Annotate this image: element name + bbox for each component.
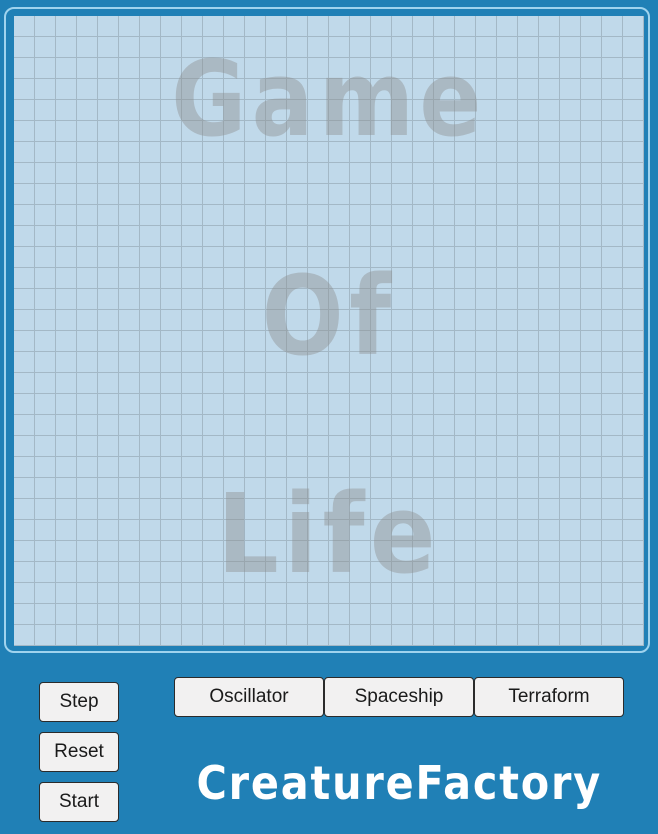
board-title-line-2: Of [261, 252, 397, 380]
game-of-life-app: Game Of Life Step Reset Start Oscillator… [0, 0, 658, 834]
step-button[interactable]: Step [39, 682, 119, 722]
oscillator-button[interactable]: Oscillator [174, 677, 324, 717]
board-title-line-3: Life [217, 470, 441, 598]
creature-factory-title: CreatureFactory [196, 756, 603, 810]
reset-button[interactable]: Reset [39, 732, 119, 772]
game-board-grid[interactable]: Game Of Life [14, 16, 644, 646]
spaceship-button[interactable]: Spaceship [324, 677, 474, 717]
start-button[interactable]: Start [39, 782, 119, 822]
terraform-button[interactable]: Terraform [474, 677, 624, 717]
board-title-line-1: Game [171, 38, 487, 160]
